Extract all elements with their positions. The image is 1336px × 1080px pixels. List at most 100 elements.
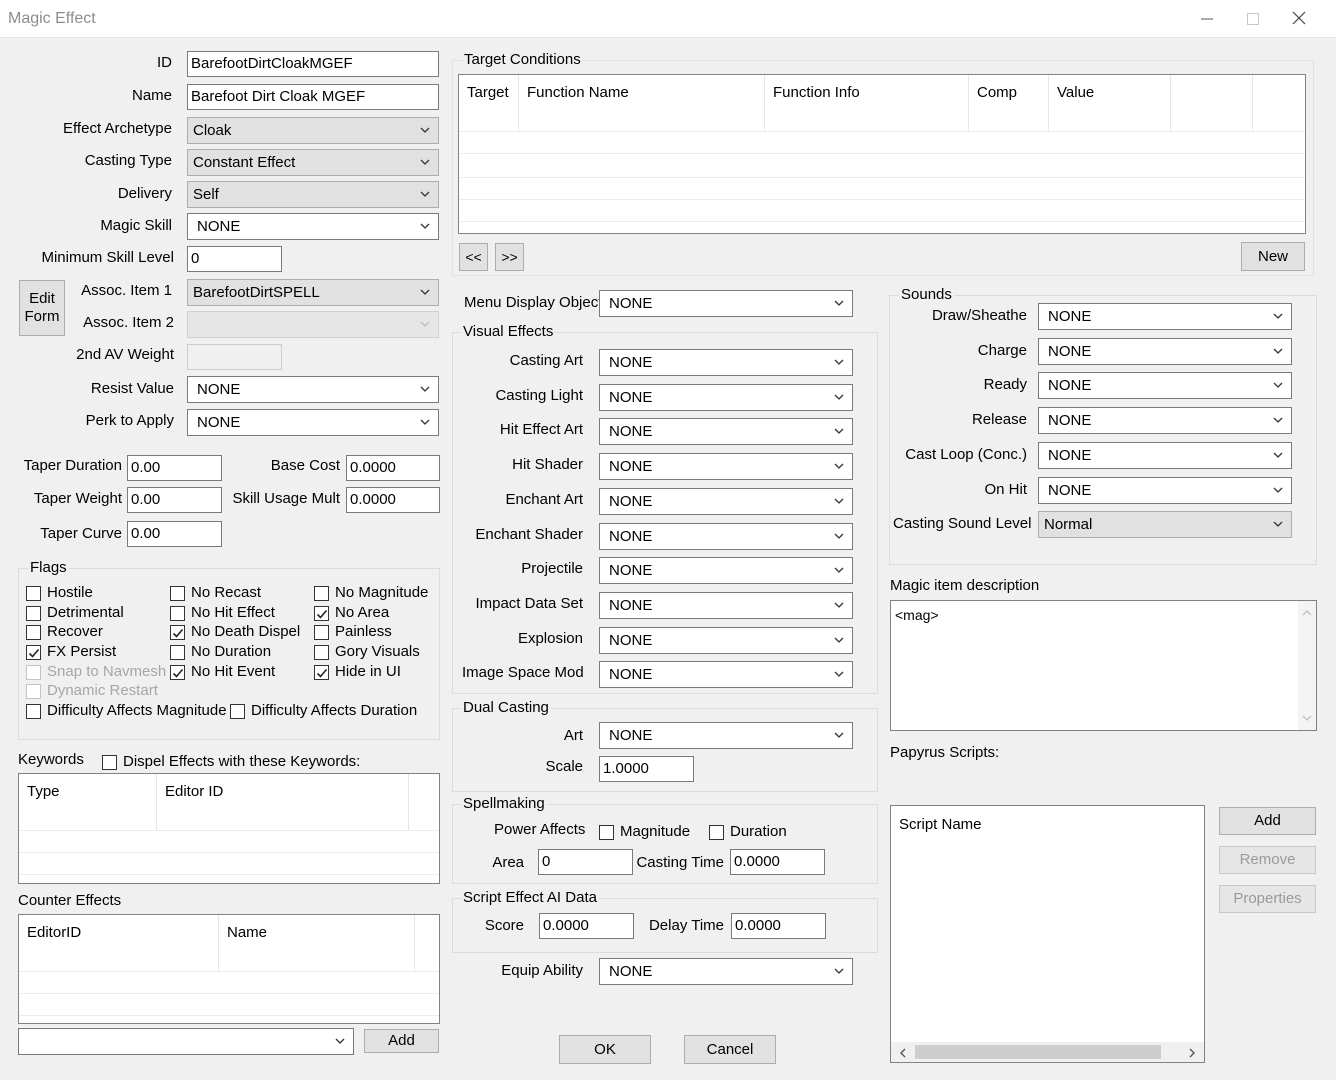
sound-on-hit-dropdown[interactable]: NONE bbox=[1038, 476, 1292, 504]
flag-hide-in-ui-checkbox[interactable]: Hide in UI bbox=[314, 663, 401, 681]
flag-difficulty-affects-duration-checkbox[interactable]: Difficulty Affects Duration bbox=[230, 702, 417, 720]
keywords-list[interactable]: Type Editor ID bbox=[18, 773, 440, 884]
papyrus-scripts-list[interactable]: Script Name bbox=[890, 805, 1205, 1063]
close-button[interactable] bbox=[1276, 4, 1322, 34]
sound-draw-sheathe-dropdown[interactable]: NONE bbox=[1038, 303, 1292, 330]
add-counter-effect-button[interactable]: Add bbox=[364, 1029, 439, 1053]
magic-item-description-field[interactable]: <mag> bbox=[890, 600, 1317, 731]
sound-charge-dropdown[interactable]: NONE bbox=[1038, 337, 1292, 365]
minimize-button[interactable] bbox=[1184, 4, 1230, 34]
magic-skill-dropdown[interactable]: NONE bbox=[187, 213, 439, 240]
column-header-function-name[interactable]: Function Name bbox=[519, 75, 765, 131]
description-scrollbar[interactable] bbox=[1298, 601, 1316, 730]
column-header-value[interactable]: Value bbox=[1049, 75, 1171, 131]
column-header-name[interactable]: Name bbox=[219, 915, 415, 971]
sound-casting-sound-level-dropdown[interactable]: Normal bbox=[1038, 511, 1292, 539]
sound-ready-dropdown[interactable]: NONE bbox=[1038, 372, 1292, 400]
visual-hit-shader-dropdown[interactable]: NONE bbox=[599, 453, 853, 481]
column-header-function-info[interactable]: Function Info bbox=[765, 75, 969, 131]
area-field[interactable]: 0 bbox=[538, 849, 633, 875]
resist-value-dropdown[interactable]: NONE bbox=[187, 376, 439, 403]
scrollbar-thumb[interactable] bbox=[915, 1045, 1161, 1059]
new-condition-button[interactable]: New bbox=[1241, 242, 1305, 271]
scroll-left-icon[interactable] bbox=[899, 1048, 907, 1058]
flag-no-magnitude-checkbox[interactable]: No Magnitude bbox=[314, 584, 428, 602]
column-header-script-name[interactable]: Script Name bbox=[899, 816, 982, 833]
scripts-hscrollbar[interactable] bbox=[891, 1042, 1204, 1062]
scroll-up-icon[interactable] bbox=[1302, 609, 1312, 617]
flag-no-death-dispel-checkbox[interactable]: No Death Dispel bbox=[170, 623, 300, 641]
previous-condition-button[interactable]: << bbox=[459, 243, 488, 271]
visual-explosion-dropdown[interactable]: NONE bbox=[599, 626, 853, 654]
taper-curve-field[interactable]: 0.00 bbox=[127, 521, 222, 547]
visual-hit-effect-art-dropdown[interactable]: NONE bbox=[599, 418, 853, 446]
score-field[interactable]: 0.0000 bbox=[539, 913, 634, 939]
taper-duration-field[interactable]: 0.00 bbox=[127, 455, 222, 481]
id-field[interactable]: BarefootDirtCloakMGEF bbox=[187, 51, 439, 77]
column-header-extra-1[interactable] bbox=[1171, 75, 1253, 131]
target-conditions-list[interactable]: Target Function Name Function Info Comp … bbox=[458, 74, 1306, 234]
flag-no-hit-effect-checkbox[interactable]: No Hit Effect bbox=[170, 604, 275, 622]
flag-no-recast-checkbox[interactable]: No Recast bbox=[170, 584, 261, 602]
remove-script-button[interactable]: Remove bbox=[1219, 846, 1316, 874]
cancel-button[interactable]: Cancel bbox=[684, 1035, 776, 1064]
ok-button[interactable]: OK bbox=[559, 1035, 651, 1064]
flag-gory-visuals-checkbox[interactable]: Gory Visuals bbox=[314, 643, 420, 661]
visual-projectile-dropdown[interactable]: NONE bbox=[599, 557, 853, 585]
sound-ready-value: NONE bbox=[1048, 377, 1092, 395]
taper-weight-field[interactable]: 0.00 bbox=[127, 487, 222, 513]
power-affects-magnitude-checkbox[interactable]: Magnitude bbox=[599, 823, 690, 841]
dual-casting-scale-field[interactable]: 1.0000 bbox=[599, 756, 694, 782]
column-header-editor-id[interactable]: Editor ID bbox=[157, 774, 409, 830]
edit-form-button[interactable]: Edit Form bbox=[19, 280, 65, 336]
visual-image-space-mod-dropdown[interactable]: NONE bbox=[599, 661, 853, 689]
assoc-item-2-dropdown[interactable] bbox=[187, 311, 439, 338]
flag-recover-checkbox[interactable]: Recover bbox=[26, 623, 103, 641]
visual-impact-data-set-dropdown[interactable]: NONE bbox=[599, 591, 853, 619]
counter-effects-list[interactable]: EditorID Name bbox=[18, 914, 440, 1024]
chevron-down-icon bbox=[420, 419, 430, 425]
visual-enchant-art-dropdown[interactable]: NONE bbox=[599, 487, 853, 515]
assoc-item-1-dropdown[interactable]: BarefootDirtSPELL bbox=[187, 279, 439, 306]
flag-no-area-checkbox[interactable]: No Area bbox=[314, 604, 389, 622]
column-header-extra-2[interactable] bbox=[1253, 75, 1305, 131]
counter-effect-dropdown[interactable] bbox=[18, 1028, 354, 1055]
base-cost-field[interactable]: 0.0000 bbox=[346, 455, 440, 481]
next-condition-button[interactable]: >> bbox=[495, 243, 524, 271]
flag-hostile-checkbox[interactable]: Hostile bbox=[26, 584, 93, 602]
add-script-button[interactable]: Add bbox=[1219, 807, 1316, 835]
flag-no-hit-event-checkbox[interactable]: No Hit Event bbox=[170, 663, 275, 681]
delivery-dropdown[interactable]: Self bbox=[187, 181, 439, 208]
scroll-down-icon[interactable] bbox=[1302, 714, 1312, 722]
maximize-button[interactable] bbox=[1230, 4, 1276, 34]
visual-casting-light-dropdown[interactable]: NONE bbox=[599, 383, 853, 411]
visual-casting-art-dropdown[interactable]: NONE bbox=[599, 349, 853, 376]
sound-release-dropdown[interactable]: NONE bbox=[1038, 407, 1292, 435]
equip-ability-dropdown[interactable]: NONE bbox=[599, 958, 853, 985]
menu-display-object-dropdown[interactable]: NONE bbox=[599, 290, 853, 317]
properties-script-button[interactable]: Properties bbox=[1219, 885, 1316, 913]
column-header-editorid[interactable]: EditorID bbox=[19, 915, 219, 971]
name-field[interactable]: Barefoot Dirt Cloak MGEF bbox=[187, 84, 439, 110]
flag-no-duration-checkbox[interactable]: No Duration bbox=[170, 643, 271, 661]
column-header-target[interactable]: Target bbox=[459, 75, 519, 131]
casting-time-field[interactable]: 0.0000 bbox=[730, 849, 825, 875]
minimum-skill-level-field[interactable]: 0 bbox=[187, 246, 282, 272]
perk-to-apply-dropdown[interactable]: NONE bbox=[187, 409, 439, 436]
flag-fx-persist-checkbox[interactable]: FX Persist bbox=[26, 643, 116, 661]
scroll-right-icon[interactable] bbox=[1188, 1048, 1196, 1058]
dispel-keywords-checkbox[interactable]: Dispel Effects with these Keywords: bbox=[102, 753, 360, 771]
casting-type-dropdown[interactable]: Constant Effect bbox=[187, 149, 439, 176]
skill-usage-mult-field[interactable]: 0.0000 bbox=[346, 487, 440, 513]
column-header-type[interactable]: Type bbox=[19, 774, 157, 830]
dual-casting-art-dropdown[interactable]: NONE bbox=[599, 722, 853, 749]
flag-detrimental-checkbox[interactable]: Detrimental bbox=[26, 604, 124, 622]
effect-archetype-dropdown[interactable]: Cloak bbox=[187, 117, 439, 144]
visual-enchant-shader-dropdown[interactable]: NONE bbox=[599, 522, 853, 550]
delay-time-field[interactable]: 0.0000 bbox=[731, 913, 826, 939]
flag-painless-checkbox[interactable]: Painless bbox=[314, 623, 392, 641]
power-affects-duration-checkbox[interactable]: Duration bbox=[709, 823, 787, 841]
flag-difficulty-affects-magnitude-checkbox[interactable]: Difficulty Affects Magnitude bbox=[26, 702, 227, 720]
column-header-comp[interactable]: Comp bbox=[969, 75, 1049, 131]
sound-cast-loop-conc-dropdown[interactable]: NONE bbox=[1038, 441, 1292, 469]
